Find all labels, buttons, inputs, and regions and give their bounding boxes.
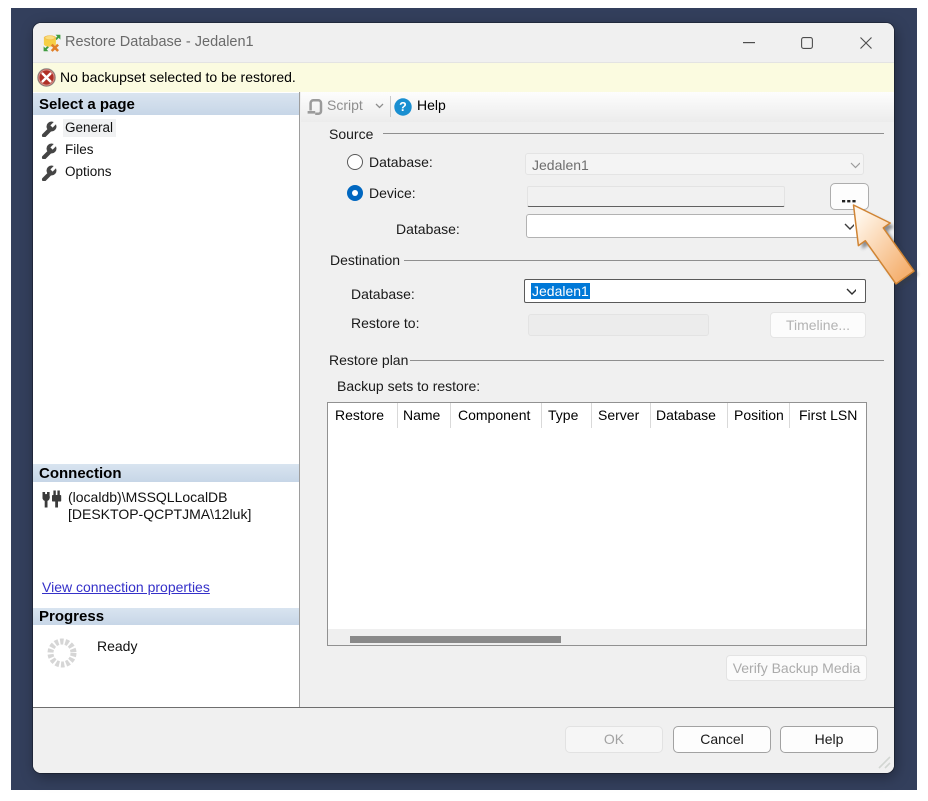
svg-text:?: ? (399, 100, 407, 114)
